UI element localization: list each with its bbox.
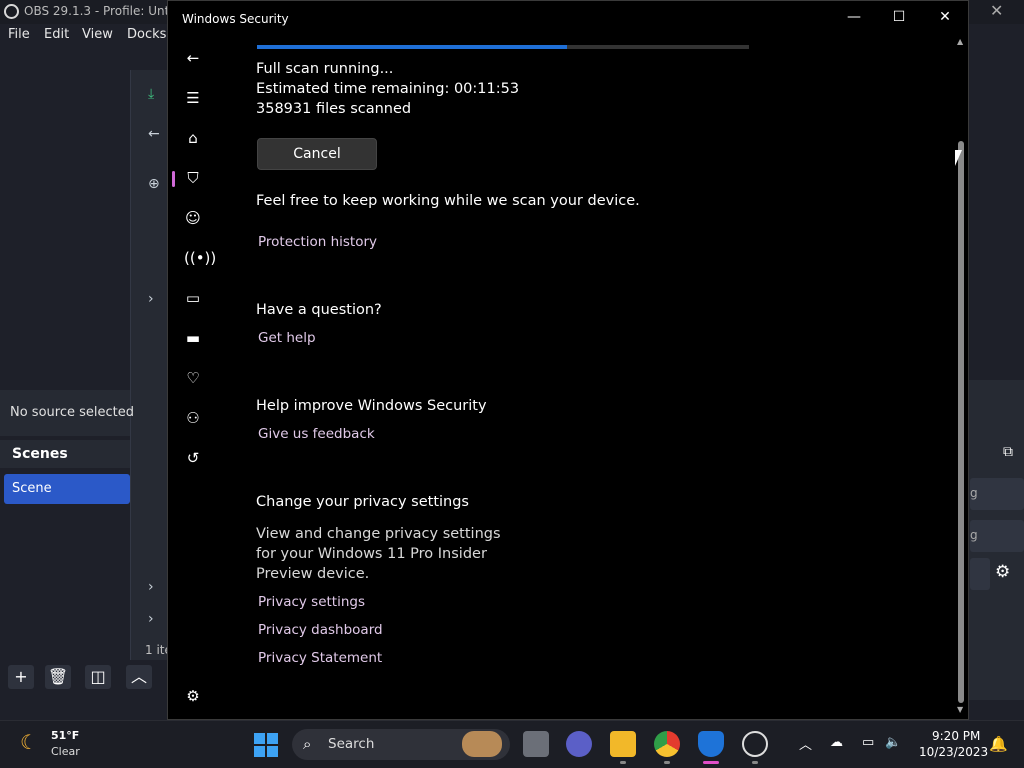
teams-chat-icon[interactable] — [566, 731, 592, 757]
desktop: OBS 29.1.3 - Profile: Untitle ✕ File Edi… — [0, 0, 1024, 768]
windows-security-window: Windows Security — ☐ ✕ ← ☰ ⌂ ⛉ ☺ ((•)) ▭… — [167, 0, 969, 720]
scan-status: Full scan running... — [256, 61, 394, 77]
account-icon[interactable]: ☺ — [184, 209, 202, 227]
scroll-up-icon[interactable]: ▲ — [957, 37, 963, 46]
running-indicator — [752, 761, 758, 764]
obs-right-button[interactable] — [970, 558, 990, 590]
obs-right-button[interactable] — [970, 478, 1024, 510]
title-bar: Windows Security — ☐ ✕ — [168, 1, 968, 35]
obs-right-button[interactable] — [970, 520, 1024, 552]
notification-bell-icon[interactable]: 🔔 — [989, 735, 1008, 753]
obs-right-label: g — [970, 486, 978, 500]
device-security-icon[interactable]: ▬ — [184, 329, 202, 347]
gear-icon[interactable]: ⚙ — [995, 562, 1010, 582]
obs-dock-panel — [130, 70, 170, 660]
scan-info-text: Feel free to keep working while we scan … — [256, 193, 640, 209]
no-source-label: No source selected — [10, 405, 134, 420]
close-button[interactable]: ✕ — [930, 9, 960, 29]
search-icon: ⌕ — [303, 735, 312, 753]
privacy-settings-link[interactable]: Privacy settings — [258, 594, 365, 610]
privacy-desc-line: for your Windows 11 Pro Insider — [256, 546, 487, 562]
add-circle-icon[interactable]: ⊕ — [148, 176, 160, 192]
nav-selected-indicator — [172, 171, 175, 187]
obs-right-label: g — [970, 528, 978, 542]
move-up-icon[interactable]: ︿ — [126, 665, 152, 689]
volume-icon[interactable]: 🔈 — [885, 735, 901, 750]
obs-logo-icon — [4, 4, 19, 19]
scroll-down-icon[interactable]: ▼ — [957, 705, 963, 714]
back-arrow-icon[interactable]: ← — [148, 126, 160, 142]
scan-progress-bar — [257, 45, 749, 49]
windows-logo-icon — [254, 746, 265, 757]
back-arrow-icon[interactable]: ← — [184, 49, 202, 67]
moon-weather-icon[interactable]: ☾ — [20, 730, 38, 754]
running-indicator — [620, 761, 626, 764]
chevron-right-icon[interactable]: › — [148, 291, 154, 307]
obs-menu-edit[interactable]: Edit — [44, 27, 69, 42]
improve-heading: Help improve Windows Security — [256, 398, 487, 414]
family-options-icon[interactable]: ⚇ — [184, 409, 202, 427]
device-health-icon[interactable]: ♡ — [184, 369, 202, 387]
privacy-statement-link[interactable]: Privacy Statement — [258, 650, 382, 666]
active-indicator — [703, 761, 719, 764]
scene-item-label: Scene — [12, 481, 52, 496]
shield-icon[interactable]: ⛉ — [184, 169, 202, 187]
obs-taskbar-icon[interactable] — [742, 731, 768, 757]
scenes-title: Scenes — [12, 446, 68, 462]
time-remaining: Estimated time remaining: 00:11:53 — [256, 81, 520, 97]
feedback-link[interactable]: Give us feedback — [258, 426, 375, 442]
clock-date[interactable]: 10/23/2023 — [919, 745, 988, 759]
obs-menu-file[interactable]: File — [8, 27, 30, 42]
obs-close-icon[interactable]: ✕ — [990, 1, 1003, 20]
running-indicator — [664, 761, 670, 764]
home-icon[interactable]: ⌂ — [184, 129, 202, 147]
windows-logo-icon — [254, 733, 265, 744]
chevron-right-icon[interactable]: › — [148, 611, 154, 627]
start-button[interactable] — [254, 733, 278, 757]
cancel-button[interactable]: Cancel — [257, 138, 377, 170]
protection-history-icon[interactable]: ↺ — [184, 449, 202, 467]
weather-condition[interactable]: Clear — [51, 745, 80, 758]
obs-menu-docks[interactable]: Docks — [127, 27, 166, 42]
privacy-desc-line: Preview device. — [256, 566, 370, 582]
protection-history-link[interactable]: Protection history — [258, 234, 377, 250]
network-icon[interactable]: ▭ — [862, 735, 874, 750]
add-scene-icon[interactable]: + — [8, 665, 34, 689]
scene-filter-icon[interactable]: ◫ — [85, 665, 111, 689]
onedrive-cloud-icon[interactable]: ☁ — [830, 735, 843, 750]
task-view-icon[interactable] — [523, 731, 549, 757]
clock-time[interactable]: 9:20 PM — [932, 729, 980, 743]
get-help-link[interactable]: Get help — [258, 330, 316, 346]
dock-window-icon[interactable]: ⧉ — [1003, 444, 1013, 460]
windows-logo-icon — [267, 746, 278, 757]
window-title: Windows Security — [182, 12, 289, 26]
windows-logo-icon — [267, 733, 278, 744]
firewall-network-icon[interactable]: ((•)) — [184, 249, 216, 267]
question-heading: Have a question? — [256, 302, 382, 318]
chrome-icon[interactable] — [654, 731, 680, 757]
maximize-button[interactable]: ☐ — [884, 9, 914, 29]
privacy-desc-line: View and change privacy settings — [256, 526, 501, 542]
minimize-button[interactable]: — — [839, 9, 869, 29]
windows-security-shield-icon[interactable] — [698, 731, 724, 757]
privacy-heading: Change your privacy settings — [256, 494, 469, 510]
show-hidden-icons-icon[interactable]: ︿ — [799, 734, 812, 753]
files-scanned: 358931 files scanned — [256, 101, 412, 117]
delete-scene-icon[interactable]: 🗑 — [45, 665, 71, 689]
scroll-thumb[interactable] — [958, 141, 964, 703]
obs-window-title: OBS 29.1.3 - Profile: Untitle — [24, 4, 189, 18]
obs-menu-view[interactable]: View — [82, 27, 113, 42]
search-highlight-image — [462, 731, 502, 757]
search-label: Search — [328, 736, 375, 752]
chevron-right-icon[interactable]: › — [148, 579, 154, 595]
app-browser-icon[interactable]: ▭ — [184, 289, 202, 307]
scan-progress-fill — [257, 45, 567, 49]
download-icon[interactable]: ⤓ — [148, 86, 154, 102]
privacy-dashboard-link[interactable]: Privacy dashboard — [258, 622, 383, 638]
file-explorer-icon[interactable] — [610, 731, 636, 757]
hamburger-menu-icon[interactable]: ☰ — [184, 89, 202, 107]
settings-gear-icon[interactable]: ⚙ — [184, 687, 202, 705]
mouse-cursor-icon — [955, 150, 962, 166]
weather-temperature[interactable]: 51°F — [51, 729, 79, 742]
